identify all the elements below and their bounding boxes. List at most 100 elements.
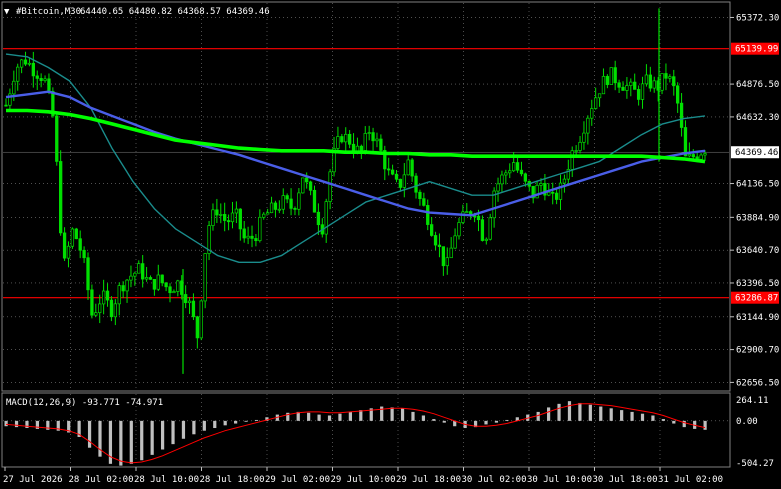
candle-bull (363, 133, 367, 151)
candle-bear (31, 62, 35, 77)
candle-bull (640, 83, 645, 100)
time-tick-label: 29 Jul 02:00 (265, 475, 330, 485)
candle-bear (168, 286, 172, 294)
macd-histogram-bar (244, 420, 248, 422)
ma-slow-line (6, 108, 706, 164)
macd-histogram-bar (181, 420, 186, 439)
collapse-arrow-icon[interactable]: ▼ (4, 7, 10, 17)
candle-bull (16, 66, 20, 82)
price-tick-label: 64876.50 (736, 80, 779, 90)
candle-bear (273, 202, 278, 210)
candle-bull (375, 138, 379, 142)
candle-bull (355, 145, 360, 152)
candle-bull (301, 177, 305, 194)
candle-bear (226, 220, 231, 223)
macd-label: MACD(12,26,9) -93.771 -74.971 (6, 398, 163, 408)
candle-bull (500, 174, 504, 185)
candle-bull (539, 183, 543, 186)
candle-bear (289, 198, 293, 209)
candle-bear (672, 76, 676, 87)
candle-bull (512, 162, 516, 172)
macd-histogram-bar (567, 401, 572, 421)
candle-bull (133, 272, 137, 277)
candle-bear (215, 209, 219, 216)
candle-bull (113, 303, 117, 318)
candle-bull (547, 191, 551, 196)
candle-bear (422, 198, 426, 206)
macd-histogram-bar (348, 411, 352, 421)
candle-bear (679, 102, 684, 128)
candle-bear (605, 76, 610, 85)
candle-bull (328, 171, 332, 202)
candle-bear (59, 161, 63, 234)
candle-bull (570, 150, 574, 170)
candle-bull (625, 85, 629, 91)
macd-histogram-bar (578, 402, 582, 421)
candle-bear (293, 208, 297, 210)
candle-bull (269, 202, 274, 214)
macd-histogram-bar (390, 407, 394, 421)
candle-bear (90, 289, 94, 316)
candle-bear (433, 235, 438, 246)
macd-axis: 264.11 0.00 -504.27 (736, 396, 774, 469)
candle-bull (597, 93, 602, 99)
candle-bear (86, 257, 90, 291)
candle-bear (78, 238, 82, 251)
candle-bull (98, 303, 102, 314)
macd-histogram-bar (672, 420, 676, 424)
candle-bear (633, 81, 637, 90)
time-tick-label: 30 Jul 18:00 (593, 475, 658, 485)
current-price-label: 64369.46 (735, 148, 778, 158)
candle-bear (683, 127, 688, 157)
candle-bear (223, 214, 227, 221)
candle-bull (465, 211, 469, 213)
candle-bear (429, 224, 434, 236)
macd-histogram-bar (254, 419, 259, 421)
candle-bear (351, 143, 356, 152)
candle-bull (144, 277, 149, 280)
candle-bear (621, 86, 625, 91)
candle-bear (648, 74, 652, 89)
candle-bear (676, 85, 680, 104)
price-tick-label: 63640.70 (736, 246, 779, 256)
candle-bull (27, 62, 32, 65)
candle-bear (195, 316, 199, 339)
candle-bear (480, 219, 485, 241)
candle-bear (617, 82, 621, 88)
candle-bull (504, 172, 508, 176)
macd-tick-label: -504.27 (736, 459, 774, 469)
candle-bear (254, 238, 258, 242)
macd-histogram-bar (160, 420, 165, 450)
macd-histogram-bar (338, 413, 342, 421)
macd-histogram-bar (505, 419, 509, 421)
candle-bull (508, 170, 512, 174)
candle-bull (277, 208, 282, 211)
candle-bear (515, 162, 520, 171)
candle-bull (324, 201, 328, 235)
candle-bear (121, 285, 125, 292)
time-tick-label: 28 Jul 18:00 (200, 475, 265, 485)
candle-bear (418, 191, 422, 200)
candle-bear (523, 173, 528, 182)
time-tick-label: 31 Jul 02:00 (658, 475, 723, 485)
macd-histogram-bar (202, 420, 206, 431)
candle-bull (94, 312, 98, 316)
macd-histogram-bar (98, 420, 102, 457)
candle-bear (160, 274, 164, 284)
candle-bull (137, 263, 141, 274)
macd-histogram-bar (620, 410, 624, 421)
candle-bull (590, 108, 594, 119)
candle-bull (402, 174, 406, 188)
candle-bull (66, 245, 71, 259)
candle-bear (285, 195, 289, 200)
candle-bear (164, 282, 168, 288)
ma-fast-line (5, 53, 706, 263)
candle-bear (141, 263, 145, 280)
trading-chart[interactable]: 65372.30 64876.50 64632.30 64136.50 63884.90… (0, 0, 781, 489)
macd-histogram-bar (494, 420, 499, 423)
macd-histogram-bar (651, 415, 655, 421)
candle-bull (234, 208, 239, 214)
candle-bull (558, 182, 563, 200)
candle-bear (250, 235, 254, 239)
candle-bull (265, 212, 270, 215)
